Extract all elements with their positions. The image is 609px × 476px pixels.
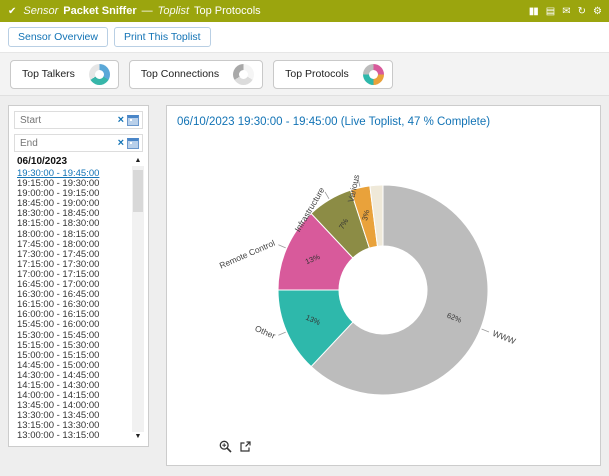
scroll-up-icon[interactable]: ▲	[135, 156, 142, 166]
toplist-card-top-talkers[interactable]: Top Talkers	[10, 60, 119, 89]
email-icon[interactable]: ✉	[562, 6, 569, 17]
segment-label: Remote Control	[218, 238, 277, 271]
page-title: Top Protocols	[194, 5, 261, 17]
sensor-name[interactable]: Packet Sniffer	[63, 5, 136, 17]
print-toplist-button[interactable]: Print This Toplist	[114, 27, 211, 47]
toplist-chart-panel: 06/10/2023 19:30:00 - 19:45:00 (Live Top…	[166, 105, 601, 466]
zoom-in-icon[interactable]	[219, 440, 232, 458]
toplist-card-top-connections[interactable]: Top Connections	[129, 60, 263, 89]
interval-date-header: 06/10/2023	[14, 156, 131, 168]
pie-chart-icon	[89, 64, 110, 85]
interval-list: 19:30:00 - 19:45:0019:15:00 - 19:30:0019…	[14, 169, 131, 442]
scrollbar-thumb[interactable]	[133, 170, 143, 212]
interval-sidebar: × × 06/10/2023 19:30:00 - 19:45:0019:15:…	[8, 105, 149, 447]
refresh-icon[interactable]: ↻	[578, 6, 585, 17]
toplist-breadcrumb-label: Toplist	[158, 5, 189, 17]
top-bar: ✔ Sensor Packet Sniffer — Toplist Top Pr…	[0, 0, 609, 22]
interval-item[interactable]: 13:00:00 - 13:15:00	[14, 431, 131, 441]
settings-icon[interactable]: ⚙	[593, 6, 601, 17]
calendar-icon[interactable]	[127, 115, 139, 126]
breadcrumb-separator: —	[142, 5, 153, 17]
toplist-card-label: Top Connections	[141, 68, 219, 80]
toplist-card-label: Top Protocols	[285, 68, 349, 80]
toplist-card-label: Top Talkers	[22, 68, 75, 80]
toplist-cards: Top Talkers Top Connections Top Protocols	[0, 53, 609, 96]
pie-chart-icon	[233, 64, 254, 85]
external-link-icon[interactable]	[239, 440, 252, 458]
interval-list-container: 06/10/2023 19:30:00 - 19:45:0019:15:00 -…	[14, 156, 131, 442]
segment-label-line	[482, 329, 489, 332]
segment-label-line	[278, 332, 285, 335]
report-icon[interactable]: ▤	[546, 6, 554, 17]
segment-label-line	[325, 192, 329, 199]
protocol-donut-chart: WWW62%Other13%Remote Control13%Infrastru…	[167, 130, 600, 445]
clear-end-icon[interactable]: ×	[118, 138, 124, 149]
segment-label-line	[278, 245, 285, 248]
pause-icon[interactable]: ▮▮	[529, 6, 538, 17]
chart-title: 06/10/2023 19:30:00 - 19:45:00 (Live Top…	[167, 106, 600, 128]
header-icons: ▮▮ ▤ ✉ ↻ ⚙	[529, 6, 601, 17]
segment-label: WWW	[491, 328, 517, 346]
scroll-down-icon[interactable]: ▼	[135, 432, 142, 442]
segment-label: Other	[253, 323, 277, 341]
end-date-row: ×	[14, 134, 143, 152]
pie-chart-icon	[363, 64, 384, 85]
interval-item[interactable]: 15:45:00 - 16:00:00	[14, 320, 131, 330]
calendar-icon[interactable]	[127, 138, 139, 149]
start-date-row: ×	[14, 111, 143, 129]
start-date-input[interactable]	[18, 114, 115, 127]
clear-start-icon[interactable]: ×	[118, 115, 124, 126]
toolbar: Sensor Overview Print This Toplist	[0, 22, 609, 53]
end-date-input[interactable]	[18, 137, 115, 150]
scrollbar[interactable]: ▲ ▼	[131, 156, 145, 442]
toplist-card-top-protocols[interactable]: Top Protocols	[273, 60, 393, 89]
sensor-overview-button[interactable]: Sensor Overview	[8, 27, 108, 47]
sensor-breadcrumb-label: Sensor	[23, 5, 58, 17]
scrollbar-track[interactable]	[132, 166, 144, 432]
status-ok-icon: ✔	[8, 6, 16, 17]
